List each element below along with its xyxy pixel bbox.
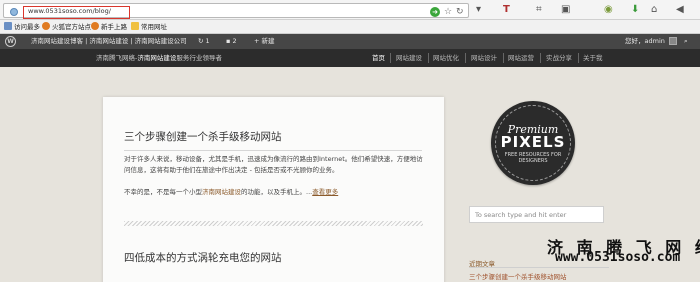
admin-site-links[interactable]: 济南网站建设博客 | 济南网站建设 | 济南网站建设公司 [31,37,187,46]
admin-bar: W 济南网站建设博客 | 济南网站建设 | 济南网站建设公司 ↻ 1 ▪ 2 +… [0,34,700,49]
reload-icon[interactable]: ↻ [456,7,464,17]
updates-item[interactable]: ↻ 1 [198,37,210,46]
nav-divider [390,53,391,63]
inline-link[interactable]: 济南网站建设 [202,188,241,196]
premium-pixels-badge[interactable]: Premium PIXELS FREE RESOURCES FOR DESIGN… [491,101,575,185]
badge-brand: PIXELS [500,133,566,151]
bookmark-icon [4,22,12,30]
title-underline [124,150,422,151]
avatar[interactable] [669,37,677,45]
updates-count: 1 [205,37,210,45]
post-excerpt: 对于许多人来说，移动设备，尤其是手机，迅速成为像流行的路由到Internet。他… [124,155,423,174]
account-greeting[interactable]: 您好，admin [625,37,665,46]
post-list: 三个步骤创建一个杀手级移动网站 对于许多人来说，移动设备，尤其是手机，迅速成为像… [103,97,444,282]
address-bar[interactable]: www.0531soso.com/blog/ ➜ ☆ ↻ [3,3,469,19]
nav-divider [578,53,579,63]
updates-icon: ↻ [198,37,204,45]
post-excerpt-continued: 不幸的是，不是每一个小型济南网站建设的功能，以及手机上。...查看更多 [124,187,424,198]
comments-item[interactable]: ▪ 2 [226,37,237,46]
bookmarks-bar: 访问最多 火狐官方站点 新手上路 常用网址 [0,20,700,34]
firefox-icon [42,22,50,30]
nav-divider [540,53,541,63]
nav-design[interactable]: 网站设计 [471,53,497,63]
search-input[interactable] [470,207,603,222]
site-tagline: 济南腾飞网络-济南网站建设服务行业领导者 [96,53,222,63]
bookmark-label: 常用网址 [141,23,167,31]
badge-caption: FREE RESOURCES FOR DESIGNERS [504,152,562,164]
crop-icon[interactable]: ⌗ [536,4,542,16]
nav-divider [465,53,466,63]
new-label: 新建 [261,37,275,45]
site-header: 济南腾飞网络-济南网站建设服务行业领导者 首页 网站建设 网站优化 网站设计 网… [0,49,700,67]
comments-count: 2 [232,37,237,45]
nav-about[interactable]: 关于我 [583,53,603,63]
recent-post-link[interactable]: 三个步骤创建一个杀手级移动网站 [469,271,567,281]
watermark-url: www.0531soso.com [555,250,681,265]
nav-seo[interactable]: 网站优化 [433,53,459,63]
read-more-link[interactable]: 查看更多 [312,188,338,196]
url-highlight-box [23,6,130,19]
nav-website-building[interactable]: 网站建设 [396,53,422,63]
excerpt-text: 不幸的是，不是每一个小型 [124,188,202,196]
firefox-icon [91,22,99,30]
download-icon[interactable]: ⬇ [631,4,639,16]
nav-divider [428,53,429,63]
screenshot-icon[interactable]: ▣ [561,4,570,16]
comment-icon: ▪ [226,37,231,45]
post-title[interactable]: 四低成本的方式涡轮充电您的网站 [124,250,282,265]
go-icon[interactable]: ➜ [430,7,440,17]
bookmark-firefox-site[interactable]: 火狐官方站点 [42,22,91,32]
nav-home[interactable]: 首页 [372,53,385,63]
tagline-prefix: 济南腾飞网络- [96,54,138,62]
nav-sharing[interactable]: 实战分享 [546,53,572,63]
star-icon[interactable]: ☆ [444,7,452,17]
tagline-highlight[interactable]: 济南网站建设 [137,54,176,62]
site-identity-icon[interactable] [10,8,18,16]
home-icon[interactable]: ⌂ [651,4,657,16]
menu-icon[interactable]: ▾ [476,4,481,16]
addon-icon[interactable]: ◉ [604,4,613,16]
bookmark-label: 火狐官方站点 [52,23,91,31]
bookmark-common-sites[interactable]: 常用网址 [131,22,167,32]
tagline-suffix: 服务行业领导者 [176,54,222,62]
sidebar-divider [469,267,609,268]
bookmark-label: 新手上路 [101,23,127,31]
page-content: 三个步骤创建一个杀手级移动网站 对于许多人来说，移动设备，尤其是手机，迅速成为像… [0,67,700,282]
bookmark-most-visited[interactable]: 访问最多 [4,22,40,32]
search-icon[interactable]: ⌕ [684,37,688,46]
bookmark-getting-started[interactable]: 新手上路 [91,22,127,32]
new-item[interactable]: + 新建 [254,37,275,46]
folder-icon [131,22,139,30]
browser-toolbar: www.0531soso.com/blog/ ➜ ☆ ↻ ▾ T ⌗ ▣ ◉ ⬇… [0,0,700,20]
nav-operation[interactable]: 网站运营 [508,53,534,63]
sidebar-search[interactable] [469,206,604,223]
excerpt-text: 的功能，以及手机上。... [241,188,313,196]
wordpress-icon[interactable]: W [5,36,16,47]
plus-icon: + [254,37,260,45]
text-tool-icon[interactable]: T [503,4,510,16]
post-title[interactable]: 三个步骤创建一个杀手级移动网站 [124,129,282,144]
post-divider [124,221,423,226]
back-icon[interactable]: ◀ [676,4,684,16]
bookmark-label: 访问最多 [14,23,40,31]
nav-divider [503,53,504,63]
